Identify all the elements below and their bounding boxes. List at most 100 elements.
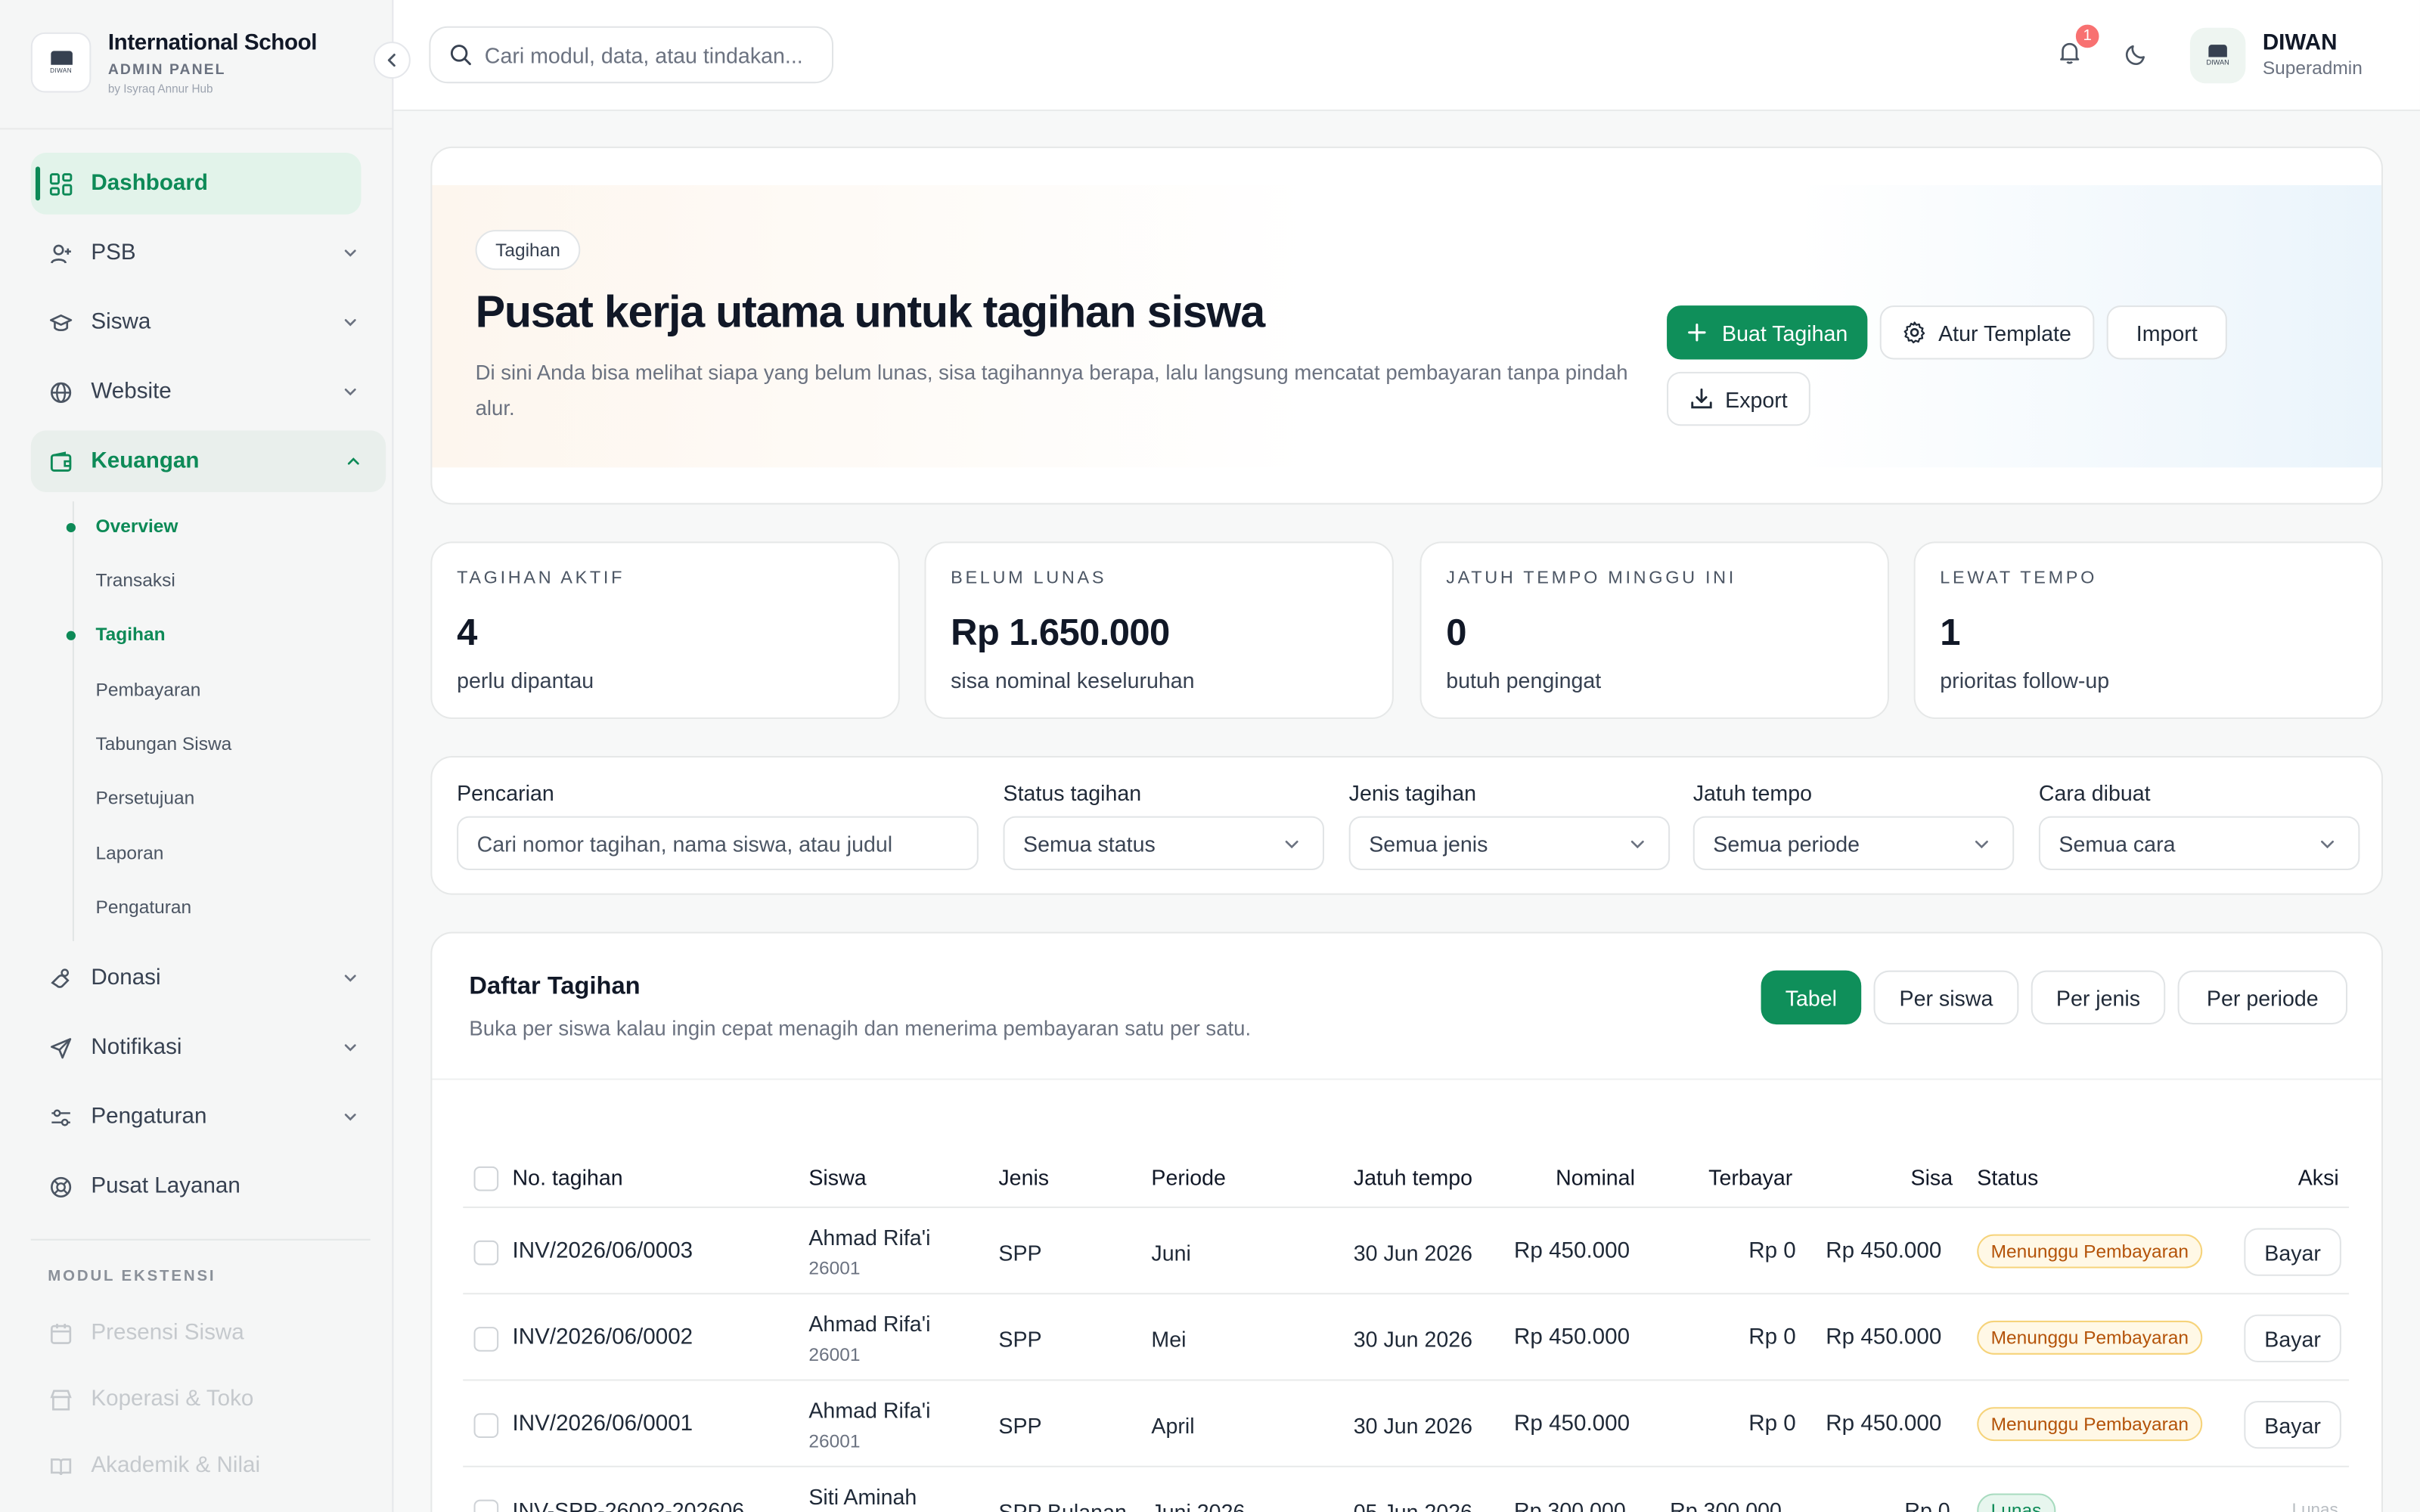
- column-header-no[interactable]: No. tagihan: [513, 1165, 623, 1190]
- student-name: Ahmad Rifa'i: [808, 1397, 931, 1423]
- sidebar-item-pengaturan[interactable]: Pengaturan: [31, 1086, 361, 1148]
- sidebar-ext-akademik: Akademik & Nilai: [49, 1450, 260, 1481]
- brand-subtitle: ADMIN PANEL: [107, 61, 226, 79]
- due-date: 05 Jun 2026: [1353, 1499, 1473, 1512]
- remaining-amount: Rp 0: [1904, 1498, 1950, 1512]
- avatar[interactable]: DIWAN: [2189, 27, 2246, 84]
- sidebar-item-keuangan[interactable]: Keuangan: [30, 430, 386, 493]
- column-header-student[interactable]: Siswa: [808, 1165, 866, 1190]
- moon-icon[interactable]: [2122, 40, 2150, 68]
- column-header-status[interactable]: Status: [1977, 1165, 2038, 1190]
- row-checkbox[interactable]: [473, 1240, 499, 1266]
- template-settings-button[interactable]: Atur Template: [1879, 305, 2095, 360]
- column-header-period[interactable]: Periode: [1151, 1165, 1226, 1190]
- hero-tag: Tagihan: [475, 230, 581, 271]
- sidebar-item-label: Pusat Layanan: [91, 1174, 240, 1199]
- row-checkbox[interactable]: [473, 1499, 499, 1512]
- user-plus-icon: [49, 241, 73, 265]
- pay-button[interactable]: Bayar: [2244, 1314, 2341, 1363]
- stat-caption: perlu dipantau: [457, 668, 594, 693]
- avatar-text: DIWAN: [2206, 58, 2229, 67]
- sidebar-sub-laporan[interactable]: Laporan: [96, 842, 164, 864]
- sliders-icon: [49, 1105, 73, 1129]
- due-select[interactable]: Semua periode: [1692, 816, 2015, 871]
- invoice-amount: Rp 450.000: [1514, 1325, 1630, 1350]
- sidebar-item-psb[interactable]: PSB: [31, 222, 361, 284]
- template-settings-label: Atur Template: [1938, 320, 2071, 345]
- paid-amount: Rp 0: [1748, 1238, 1796, 1264]
- status-badge: Menunggu Pembayaran: [1977, 1320, 2203, 1355]
- column-header-type[interactable]: Jenis: [998, 1165, 1049, 1190]
- sidebar-sub-pengaturan[interactable]: Pengaturan: [96, 897, 192, 919]
- sidebar-sub-tabungan[interactable]: Tabungan Siswa: [96, 733, 232, 754]
- stat-card-active: TAGIHAN AKTIF 4 perlu dipantau: [430, 541, 900, 720]
- row-checkbox[interactable]: [473, 1327, 499, 1352]
- invoice-search-field[interactable]: [457, 816, 979, 871]
- invoice-table-card: Daftar Tagihan Buka per siswa kalau ingi…: [430, 931, 2383, 1512]
- sidebar-sub-overview[interactable]: Overview: [96, 516, 178, 538]
- row-checkbox[interactable]: [473, 1413, 499, 1439]
- page-description: Di sini Anda bisa melihat siapa yang bel…: [475, 361, 1628, 420]
- create-invoice-button[interactable]: Buat Tagihan: [1667, 305, 1868, 360]
- sidebar-sub-pembayaran[interactable]: Pembayaran: [96, 679, 201, 701]
- sidebar-item-label: Donasi: [91, 965, 161, 991]
- brand-logo: DIWAN: [30, 32, 92, 93]
- paid-amount: Rp 300.000: [1670, 1498, 1782, 1512]
- view-tab-per-period[interactable]: Per periode: [2177, 970, 2348, 1025]
- sidebar-ext-label: Koperasi & Toko: [91, 1387, 254, 1412]
- sidebar-item-label: Pengaturan: [91, 1105, 207, 1129]
- pay-button[interactable]: Bayar: [2244, 1228, 2341, 1276]
- invoice-type: SPP: [998, 1327, 1042, 1352]
- remaining-amount: Rp 450.000: [1826, 1325, 1942, 1350]
- sidebar: DIWAN International School ADMIN PANEL b…: [0, 0, 411, 1512]
- sidebar-item-siswa[interactable]: Siswa: [31, 292, 361, 354]
- sidebar-item-donasi[interactable]: Donasi: [31, 947, 361, 1009]
- user-name: DIWAN: [2262, 30, 2338, 56]
- status-filter-label: Status tagihan: [1003, 780, 1142, 806]
- invoice-number[interactable]: INV-SPP-26002-202606: [513, 1498, 745, 1512]
- sidebar-item-website[interactable]: Website: [31, 361, 361, 423]
- collapse-sidebar-button[interactable]: [373, 42, 411, 79]
- column-header-remaining[interactable]: Sisa: [1911, 1165, 1953, 1190]
- sidebar-item-label: Website: [91, 380, 172, 404]
- page-title: Pusat kerja utama untuk tagihan siswa: [475, 288, 1266, 338]
- select-all-checkbox[interactable]: [473, 1166, 499, 1191]
- invoice-number[interactable]: INV/2026/06/0001: [513, 1411, 693, 1436]
- chevron-down-icon: [340, 242, 361, 264]
- status-select[interactable]: Semua status: [1003, 816, 1325, 871]
- download-icon: [1689, 387, 1713, 411]
- column-header-due[interactable]: Jatuh tempo: [1354, 1165, 1472, 1190]
- sidebar-item-dashboard[interactable]: Dashboard: [30, 153, 361, 215]
- sidebar-ext-label: Presensi Siswa: [91, 1320, 244, 1346]
- sidebar-sub-tagihan[interactable]: Tagihan: [96, 623, 166, 645]
- import-button[interactable]: Import: [2106, 305, 2227, 360]
- chevron-down-icon: [340, 1036, 361, 1058]
- column-header-paid[interactable]: Terbayar: [1708, 1165, 1792, 1190]
- global-search[interactable]: [429, 26, 834, 84]
- sidebar-item-pusat-layanan[interactable]: Pusat Layanan: [31, 1156, 361, 1218]
- invoice-search-input[interactable]: [476, 830, 940, 856]
- method-select[interactable]: Semua cara: [2038, 816, 2360, 871]
- brand-by: by Isyraq Annur Hub: [107, 82, 213, 96]
- sidebar-item-notifikasi[interactable]: Notifikasi: [31, 1017, 361, 1079]
- user-role: Superadmin: [2262, 57, 2363, 79]
- global-search-input[interactable]: [484, 42, 809, 67]
- pay-button[interactable]: Bayar: [2244, 1401, 2341, 1449]
- invoice-amount: Rp 450.000: [1514, 1411, 1630, 1436]
- sidebar-sub-persetujuan[interactable]: Persetujuan: [96, 787, 195, 809]
- lifebuoy-icon: [49, 1175, 73, 1198]
- view-tab-table[interactable]: Tabel: [1761, 970, 1862, 1025]
- invoice-number[interactable]: INV/2026/06/0003: [513, 1239, 693, 1264]
- type-select[interactable]: Semua jenis: [1348, 816, 1671, 871]
- view-tab-per-type[interactable]: Per jenis: [2031, 970, 2166, 1025]
- hand-coin-icon: [49, 967, 73, 990]
- sidebar-item-label: PSB: [91, 240, 136, 266]
- export-button[interactable]: Export: [1667, 371, 1810, 426]
- chevron-down-icon: [340, 311, 361, 333]
- invoice-number[interactable]: INV/2026/06/0002: [513, 1325, 693, 1350]
- view-tab-per-student[interactable]: Per siswa: [1873, 970, 2019, 1025]
- divider: [432, 1078, 2381, 1080]
- invoice-type: SPP Bulanan: [998, 1499, 1127, 1512]
- column-header-amount[interactable]: Nominal: [1556, 1165, 1635, 1190]
- sidebar-sub-transaksi[interactable]: Transaksi: [96, 569, 175, 591]
